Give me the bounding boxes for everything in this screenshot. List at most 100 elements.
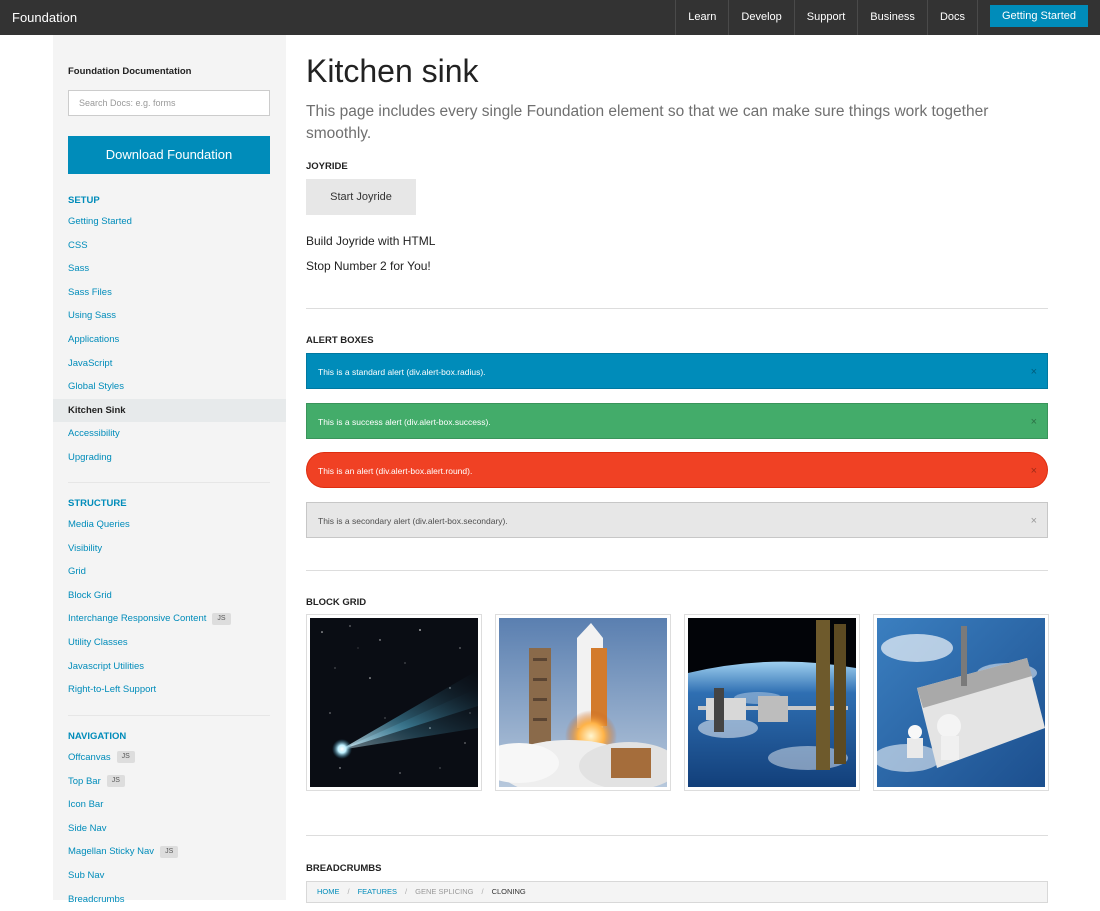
- sidebar-item-grid[interactable]: Grid: [53, 560, 286, 584]
- sidebar-item-utility-classes[interactable]: Utility Classes: [53, 631, 286, 655]
- sidebar-heading: STRUCTURE: [68, 498, 127, 509]
- nav-learn[interactable]: Learn: [675, 0, 728, 35]
- sidebar-section-setup: SETUP Getting Started CSS Sass Sass File…: [53, 192, 286, 470]
- sidebar-item-sass[interactable]: Sass: [53, 257, 286, 281]
- js-badge: JS: [106, 775, 125, 788]
- page-title: Kitchen sink: [306, 53, 479, 89]
- sidebar-item-offcanvas[interactable]: Offcanvas JS: [53, 746, 286, 770]
- breadcrumb-separator: /: [347, 887, 350, 896]
- joyride-stop-2: Stop Number 2 for You!: [306, 259, 431, 273]
- close-icon[interactable]: ×: [1031, 453, 1037, 489]
- sidebar-item-magellan[interactable]: Magellan Sticky Nav JS: [53, 840, 286, 864]
- section-divider: [306, 570, 1048, 571]
- sidebar-item-icon-bar[interactable]: Icon Bar: [53, 793, 286, 817]
- sidebar-item-breadcrumbs[interactable]: Breadcrumbs: [53, 888, 286, 911]
- js-badge: JS: [212, 612, 231, 625]
- top-bar: Foundation Learn Develop Support Busines…: [0, 0, 1100, 35]
- alert-secondary: This is a secondary alert (div.alert-box…: [306, 502, 1048, 538]
- alert-text: This is a secondary alert (div.alert-box…: [318, 516, 508, 526]
- js-badge: JS: [116, 751, 135, 764]
- sidebar-item-css[interactable]: CSS: [53, 234, 286, 258]
- alert-text: This is a standard alert (div.alert-box.…: [318, 367, 486, 377]
- nav-docs[interactable]: Docs: [926, 0, 977, 35]
- sidebar-item-media-queries[interactable]: Media Queries: [53, 513, 286, 537]
- sidebar-item-applications[interactable]: Applications: [53, 328, 286, 352]
- sidebar: Foundation Documentation Download Founda…: [53, 35, 286, 905]
- breadcrumb-home[interactable]: HOME: [317, 887, 340, 896]
- section-heading-alerts: ALERT BOXES: [306, 335, 374, 346]
- shuttle-launch-illustration: [499, 618, 667, 787]
- sidebar-item-global-styles[interactable]: Global Styles: [53, 375, 286, 399]
- alert-error-round: This is an alert (div.alert-box.alert.ro…: [306, 452, 1048, 488]
- sidebar-item-kitchen-sink[interactable]: Kitchen Sink: [53, 398, 286, 423]
- grid-thumbnail-spacewalk[interactable]: [873, 614, 1049, 791]
- start-joyride-button[interactable]: Start Joyride: [306, 179, 416, 215]
- comet-illustration: [310, 618, 478, 787]
- sidebar-item-getting-started[interactable]: Getting Started: [53, 210, 286, 234]
- sidebar-section-structure: STRUCTURE Media Queries Visibility Grid …: [53, 495, 286, 702]
- joyride-stop-1: Build Joyride with HTML: [306, 234, 436, 248]
- sidebar-divider: [68, 715, 270, 716]
- sidebar-item-block-grid[interactable]: Block Grid: [53, 584, 286, 608]
- close-icon[interactable]: ×: [1031, 354, 1037, 390]
- sidebar-heading: NAVIGATION: [68, 731, 127, 742]
- section-divider: [306, 308, 1048, 309]
- breadcrumb-separator: /: [405, 887, 408, 896]
- sidebar-title: Foundation Documentation: [68, 66, 192, 77]
- breadcrumb-gene-splicing: GENE SPLICING: [415, 887, 474, 896]
- alert-text: This is an alert (div.alert-box.alert.ro…: [318, 466, 473, 476]
- space-station-image: [688, 618, 856, 787]
- download-foundation-button[interactable]: Download Foundation: [68, 136, 270, 174]
- lead-paragraph: This page includes every single Foundati…: [306, 103, 989, 142]
- top-nav: Learn Develop Support Business Docs Gett…: [675, 0, 1100, 35]
- spacewalk-image: [877, 618, 1045, 787]
- nav-business[interactable]: Business: [857, 0, 927, 35]
- breadcrumb-cloning: CLONING: [491, 887, 526, 896]
- js-badge: JS: [160, 845, 179, 858]
- section-heading-joyride: JOYRIDE: [306, 161, 348, 172]
- search-box: [68, 90, 270, 116]
- getting-started-button[interactable]: Getting Started: [990, 5, 1088, 27]
- search-input[interactable]: [69, 91, 269, 115]
- sidebar-item-sub-nav[interactable]: Sub Nav: [53, 864, 286, 888]
- grid-thumbnail-station[interactable]: [684, 614, 860, 791]
- shuttle-launch-image: [499, 618, 667, 787]
- brand-logo[interactable]: Foundation: [12, 0, 77, 35]
- nav-support[interactable]: Support: [793, 0, 858, 35]
- sidebar-item-using-sass[interactable]: Using Sass: [53, 304, 286, 328]
- sidebar-item-label: Top Bar: [68, 775, 101, 787]
- grid-thumbnail-shuttle[interactable]: [495, 614, 671, 791]
- sidebar-item-sass-files[interactable]: Sass Files: [53, 281, 286, 305]
- sidebar-item-accessibility[interactable]: Accessibility: [53, 422, 286, 446]
- sidebar-item-javascript[interactable]: JavaScript: [53, 352, 286, 376]
- grid-thumbnail-comet[interactable]: [306, 614, 482, 791]
- sidebar-item-visibility[interactable]: Visibility: [53, 537, 286, 561]
- breadcrumb-separator: /: [481, 887, 484, 896]
- sidebar-item-rtl-support[interactable]: Right-to-Left Support: [53, 678, 286, 702]
- sidebar-item-upgrading[interactable]: Upgrading: [53, 446, 286, 470]
- sidebar-section-navigation: NAVIGATION Offcanvas JS Top Bar JS Icon Ba…: [53, 728, 286, 911]
- sidebar-heading: SETUP: [68, 195, 100, 206]
- sidebar-item-label: Magellan Sticky Nav: [68, 846, 155, 858]
- section-heading-block-grid: BLOCK GRID: [306, 597, 367, 608]
- section-heading-breadcrumbs: BREADCRUMBS: [306, 863, 382, 874]
- alert-standard: This is a standard alert (div.alert-box.…: [306, 353, 1048, 389]
- nav-cta-container: Getting Started: [977, 0, 1100, 35]
- breadcrumb-features[interactable]: FEATURES: [358, 887, 397, 896]
- sidebar-item-interchange[interactable]: Interchange Responsive Content JS: [53, 607, 286, 631]
- alert-text: This is a success alert (div.alert-box.s…: [318, 417, 491, 427]
- sidebar-item-label: Offcanvas: [68, 752, 111, 763]
- sidebar-item-label: Interchange Responsive Content: [68, 613, 207, 625]
- spacewalk-illustration: [877, 618, 1045, 787]
- nav-develop[interactable]: Develop: [728, 0, 793, 35]
- close-icon[interactable]: ×: [1031, 503, 1037, 539]
- sidebar-item-javascript-utilities[interactable]: Javascript Utilities: [53, 655, 286, 679]
- sidebar-divider: [68, 482, 270, 483]
- space-station-illustration: [688, 618, 856, 787]
- sidebar-item-side-nav[interactable]: Side Nav: [53, 817, 286, 841]
- close-icon[interactable]: ×: [1031, 404, 1037, 440]
- alert-success: This is a success alert (div.alert-box.s…: [306, 403, 1048, 439]
- sidebar-item-top-bar[interactable]: Top Bar JS: [53, 770, 286, 794]
- section-divider: [306, 835, 1048, 836]
- comet-image: [310, 618, 478, 787]
